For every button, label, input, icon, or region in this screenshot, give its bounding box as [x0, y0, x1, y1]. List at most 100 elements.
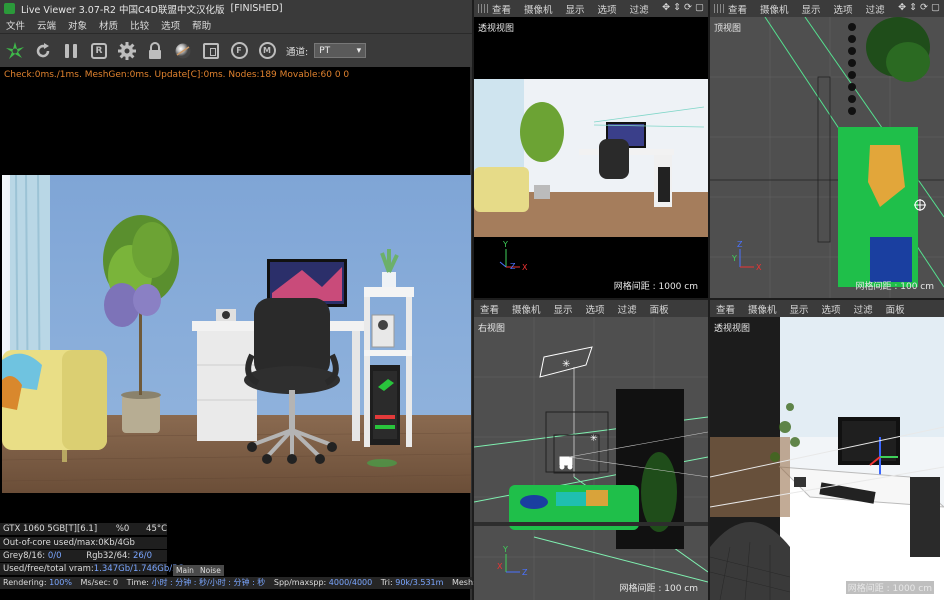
octane-logo-icon[interactable] — [4, 40, 26, 62]
viewport-name: 顶视图 — [714, 24, 742, 34]
move-view-icon[interactable]: ✥ — [662, 2, 670, 13]
rendering-value: 100% — [49, 578, 72, 587]
grid-spacing-label: 网格间距 : 100 cm — [619, 584, 698, 594]
viewport-right[interactable]: 查看 摄像机 显示 选项 过滤 面板 ✳ ✳ Y Z X 右视图 网格间距: … — [474, 300, 708, 600]
axis-x-label: X — [497, 562, 503, 571]
material-ball-icon[interactable] — [172, 40, 194, 62]
vp-menu-filter[interactable]: 过滤 — [866, 2, 885, 16]
viewport-menu-bar: 查看 摄像机 显示 选项 过滤 面板 — [710, 300, 944, 317]
region-render-icon[interactable]: R — [88, 40, 110, 62]
viewport-perspective-top[interactable]: 查看 摄像机 显示 选项 过滤 ✥ ⇕ ⟳ ▢ Y X Z 透视视图 网格间距 : 1… — [474, 0, 708, 298]
gpu-info-row: GTX 1060 5GB[T][6.1] %0 45°C — [0, 523, 167, 535]
bottom-status-bar: Rendering: 100% Ms/sec: 0 Time: 小时 : 分钟 … — [0, 577, 503, 589]
out-of-core-value: 0Kb/4Gb — [98, 538, 135, 548]
vp-menu-view[interactable]: 查看 — [728, 2, 747, 16]
vp-menu-options[interactable]: 选项 — [586, 302, 605, 316]
vp-menu-display[interactable]: 显示 — [802, 2, 821, 16]
axis-x-label: X — [522, 263, 528, 272]
viewport-menu-bar: 查看 摄像机 显示 选项 过滤 ✥ ⇕ ⟳ ▢ — [474, 0, 708, 17]
out-of-core-label: Out-of-core used/max: — [3, 538, 99, 548]
vp-menu-filter[interactable]: 过滤 — [630, 2, 649, 16]
maximize-icon[interactable]: ▢ — [931, 2, 940, 13]
vp-menu-options[interactable]: 选项 — [822, 302, 841, 316]
grid-spacing-label: 网格间距 : 1000 cm — [845, 581, 934, 594]
vp-menu-panel[interactable]: 面板 — [650, 302, 669, 316]
render-state: [FINISHED] — [230, 3, 283, 14]
menu-materials[interactable]: 材质 — [99, 18, 118, 32]
vram-label: Used/free/total vram: — [3, 564, 94, 574]
axis-z-label: Z — [522, 568, 528, 577]
panel-grip-icon[interactable] — [478, 4, 488, 13]
viewport-top[interactable]: 查看 摄像机 显示 选项 过滤 ✥ ⇕ ⟳ ▢ Z X Y 顶视图 网格间距 : 10… — [710, 0, 944, 298]
panel-grip-icon[interactable] — [714, 4, 724, 13]
vp-menu-view[interactable]: 查看 — [480, 302, 499, 316]
maximize-icon[interactable]: ▢ — [695, 2, 704, 13]
vp-menu-filter[interactable]: 过滤 — [854, 302, 873, 316]
dolly-icon[interactable]: ⇕ — [909, 2, 917, 13]
vram-row: Used/free/total vram:1.347Gb/1.746Gb/5G — [0, 563, 184, 575]
object-icon[interactable] — [200, 40, 222, 62]
vp-menu-view[interactable]: 查看 — [492, 2, 511, 16]
axis-y-label: Y — [502, 240, 508, 249]
vp-menu-camera[interactable]: 摄像机 — [748, 302, 777, 316]
axis-z-label: Z — [737, 240, 743, 249]
app-title: Live Viewer 3.07-R2 中国C4D联盟中文汉化版 — [21, 4, 225, 16]
spp-value: 4000/4000 — [328, 578, 373, 587]
texture-count-row: Grey8/16: 0/0 Rgb32/64: 26/0 — [0, 550, 167, 562]
channel-select[interactable]: PT ▾ — [314, 43, 367, 58]
channel-label: 通道: — [286, 46, 309, 58]
vp-menu-camera[interactable]: 摄像机 — [524, 2, 553, 16]
viewport-name: 透视视图 — [714, 324, 751, 334]
refresh-icon[interactable] — [32, 40, 54, 62]
gpu-usage: %0 — [115, 524, 130, 534]
grey-value: 0/0 — [47, 551, 62, 561]
ms-label: Ms/sec: — [80, 578, 111, 587]
lock-icon[interactable] — [144, 40, 166, 62]
vp-menu-camera[interactable]: 摄像机 — [512, 302, 541, 316]
gpu-name: GTX 1060 5GB[T][6.1] — [3, 524, 98, 534]
time-value: 小时 : 分钟 : 秒/小时 : 分钟 : 秒 — [151, 578, 266, 587]
vp-menu-view[interactable]: 查看 — [716, 302, 735, 316]
out-of-core-row: Out-of-core used/max:0Kb/4Gb — [0, 537, 167, 549]
vp-menu-display[interactable]: 显示 — [554, 302, 573, 316]
vp-menu-display[interactable]: 显示 — [566, 2, 585, 16]
toolbar: R F M 通道: PT ▾ — [0, 33, 472, 67]
material-pick-icon[interactable]: M — [256, 40, 278, 62]
pause-icon[interactable] — [60, 40, 82, 62]
live-viewer-panel: Live Viewer 3.07-R2 中国C4D联盟中文汉化版 [FINISH… — [0, 0, 503, 600]
viewport-menu-bar: 查看 摄像机 显示 选项 过滤 ✥ ⇕ ⟳ ▢ — [710, 0, 944, 17]
dropdown-arrow-icon: ▾ — [356, 45, 362, 56]
tri-value: 90k/3.531m — [395, 578, 444, 587]
vp-menu-panel[interactable]: 面板 — [886, 302, 905, 316]
rgb-label: Rgb32/64: — [86, 551, 131, 561]
menu-options[interactable]: 选项 — [161, 18, 180, 32]
grid-spacing-label: 网格间距 : 100 cm — [855, 282, 934, 292]
vp-menu-options[interactable]: 选项 — [834, 2, 853, 16]
tab-main[interactable]: Main — [173, 565, 197, 576]
grid-spacing-label: 网格间距 : 1000 cm — [613, 282, 698, 292]
move-view-icon[interactable]: ✥ — [898, 2, 906, 13]
viewport-perspective-bottom[interactable]: 查看 摄像机 显示 选项 过滤 面板 透视视图 网格间距 : 1000 cm — [710, 300, 944, 600]
svg-text:✳: ✳ — [590, 434, 598, 444]
dolly-icon[interactable]: ⇕ — [673, 2, 681, 13]
menu-cloud[interactable]: 云端 — [37, 18, 56, 32]
menu-objects[interactable]: 对象 — [68, 18, 87, 32]
menu-compare[interactable]: 比较 — [130, 18, 149, 32]
settings-icon[interactable] — [116, 40, 138, 62]
tab-noise[interactable]: Noise — [197, 565, 224, 576]
vp-menu-filter[interactable]: 过滤 — [618, 302, 637, 316]
viewport-menu-bar: 查看 摄像机 显示 选项 过滤 面板 — [474, 300, 708, 317]
focus-pick-icon[interactable]: F — [228, 40, 250, 62]
rotate-view-icon[interactable]: ⟳ — [920, 2, 928, 13]
vp-menu-camera[interactable]: 摄像机 — [760, 2, 789, 16]
viewport-name: 透视视图 — [478, 24, 515, 34]
vp-menu-display[interactable]: 显示 — [790, 302, 809, 316]
mesh-label: Mesh: — [451, 578, 476, 587]
rotate-view-icon[interactable]: ⟳ — [684, 2, 692, 13]
menu-help[interactable]: 帮助 — [192, 18, 211, 32]
viewport-name: 右视图 — [478, 324, 506, 334]
axis-y-label: Y — [731, 254, 737, 263]
vp-menu-options[interactable]: 选项 — [598, 2, 617, 16]
menu-file[interactable]: 文件 — [6, 18, 25, 32]
axis-y-label: Y — [502, 545, 508, 554]
